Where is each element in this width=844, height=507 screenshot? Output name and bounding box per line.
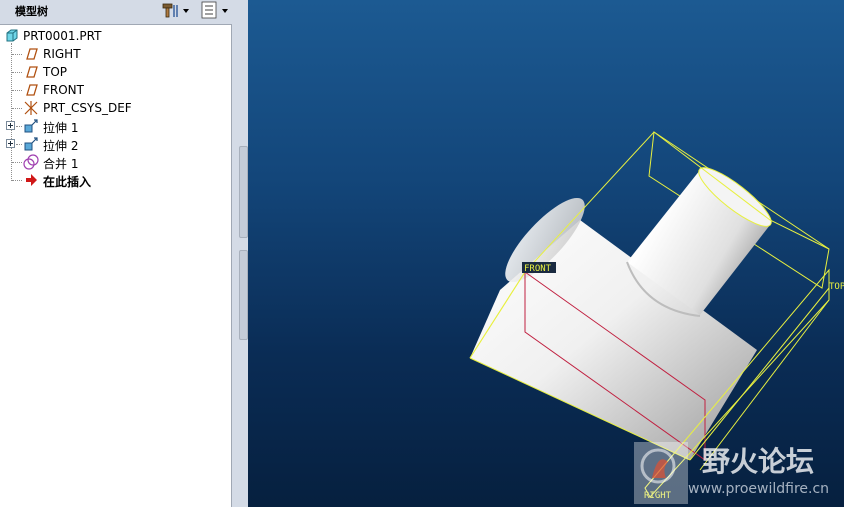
watermark-url: www.proewildfire.cn [688,481,830,497]
tree-item-extrude-2[interactable]: 拉伸 2 [0,135,230,153]
datum-label-front: FRONT [524,264,552,274]
splitter-handle-lower[interactable] [239,250,248,340]
graphics-viewport[interactable]: FRONT TOP RIGHT 野火论坛 www.proewildfire.cn [248,0,844,507]
tree-item-label: 合并 1 [43,157,79,171]
datum-plane-icon [26,48,38,60]
tree-item-front[interactable]: FRONT [0,81,230,99]
list-settings-icon [201,1,228,19]
expand-plus-icon[interactable] [6,139,15,148]
extrude-icon [24,119,38,133]
tree-item-extrude-1[interactable]: 拉伸 1 [0,117,230,135]
insert-here-arrow-icon [26,174,37,186]
model-tree: PRT0001.PRT RIGHT TOP FRONT PRT_CSYS_DEF… [0,24,232,507]
tree-item-csys[interactable]: PRT_CSYS_DEF [0,99,230,117]
model-tree-title: 模型树 [15,5,48,18]
part-icon [6,29,18,42]
tree-tools-dropdown-button[interactable] [160,1,192,19]
model-3d-scene[interactable]: FRONT TOP RIGHT [248,0,844,507]
datum-plane-icon [26,84,38,96]
tree-show-dropdown-button[interactable] [200,1,234,19]
tree-item-label: 拉伸 1 [43,121,79,135]
hammer-icon [162,3,189,18]
tree-item-right[interactable]: RIGHT [0,45,230,63]
coordinate-system-icon [24,101,38,115]
tree-item-label: PRT_CSYS_DEF [43,101,132,115]
site-watermark: 野火论坛 www.proewildfire.cn [632,438,844,507]
datum-plane-icon [26,66,38,78]
tree-item-insert-here[interactable]: 在此插入 [0,171,230,189]
extrude-icon [24,137,38,151]
panel-splitter[interactable] [232,0,248,507]
tree-item-label: 拉伸 2 [43,139,79,153]
tree-root-item[interactable]: PRT0001.PRT [0,27,230,45]
tree-item-label: RIGHT [43,47,81,61]
tree-item-merge-1[interactable]: 合并 1 [0,153,230,171]
tree-item-top[interactable]: TOP [0,63,230,81]
tree-item-label: 在此插入 [43,175,92,189]
model-tree-panel: 模型树 PRT0001.PRT RIGHT TOP FRONT PRT_CSYS… [0,0,240,507]
tree-item-label: FRONT [43,83,84,97]
model-tree-header: 模型树 [0,0,240,22]
splitter-handle-upper[interactable] [239,146,248,238]
merge-icon [23,154,39,170]
watermark-title: 野火论坛 [702,445,815,478]
tree-root-label: PRT0001.PRT [23,29,102,43]
datum-label-top: TOP [829,282,844,292]
tree-item-label: TOP [43,65,68,79]
expand-plus-icon[interactable] [6,121,15,130]
